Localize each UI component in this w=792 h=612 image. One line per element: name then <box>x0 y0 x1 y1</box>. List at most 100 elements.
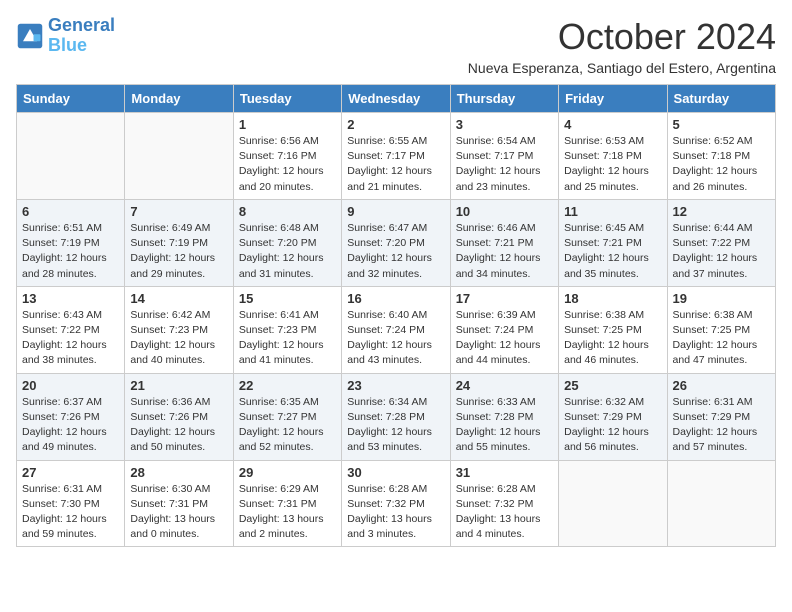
day-info: Sunrise: 6:32 AM Sunset: 7:29 PM Dayligh… <box>564 395 661 456</box>
day-number: 30 <box>347 465 444 480</box>
day-number: 29 <box>239 465 336 480</box>
calendar-cell: 30 Sunrise: 6:28 AM Sunset: 7:32 PM Dayli… <box>342 460 450 547</box>
calendar-cell <box>125 113 233 200</box>
day-number: 31 <box>456 465 553 480</box>
day-header-thursday: Thursday <box>450 85 558 113</box>
day-info: Sunrise: 6:44 AM Sunset: 7:22 PM Dayligh… <box>673 221 770 282</box>
day-number: 15 <box>239 291 336 306</box>
day-info: Sunrise: 6:48 AM Sunset: 7:20 PM Dayligh… <box>239 221 336 282</box>
calendar-cell: 20 Sunrise: 6:37 AM Sunset: 7:26 PM Dayli… <box>17 373 125 460</box>
calendar-cell: 11 Sunrise: 6:45 AM Sunset: 7:21 PM Dayli… <box>559 199 667 286</box>
day-info: Sunrise: 6:37 AM Sunset: 7:26 PM Dayligh… <box>22 395 119 456</box>
day-number: 23 <box>347 378 444 393</box>
calendar-cell <box>559 460 667 547</box>
day-number: 21 <box>130 378 227 393</box>
calendar-cell: 26 Sunrise: 6:31 AM Sunset: 7:29 PM Dayli… <box>667 373 775 460</box>
calendar-cell: 10Sunrise: 6:46 AM Sunset: 7:21 PM Dayli… <box>450 199 558 286</box>
day-info: Sunrise: 6:53 AM Sunset: 7:18 PM Dayligh… <box>564 134 661 195</box>
day-info: Sunrise: 6:45 AM Sunset: 7:21 PM Dayligh… <box>564 221 661 282</box>
day-info: Sunrise: 6:47 AM Sunset: 7:20 PM Dayligh… <box>347 221 444 282</box>
day-number: 12 <box>673 204 770 219</box>
day-number: 20 <box>22 378 119 393</box>
day-info: Sunrise: 6:31 AM Sunset: 7:30 PM Dayligh… <box>22 482 119 543</box>
day-number: 18 <box>564 291 661 306</box>
day-header-saturday: Saturday <box>667 85 775 113</box>
day-number: 25 <box>564 378 661 393</box>
calendar-cell: 8 Sunrise: 6:48 AM Sunset: 7:20 PM Daylig… <box>233 199 341 286</box>
calendar-header-row: SundayMondayTuesdayWednesdayThursdayFrid… <box>17 85 776 113</box>
day-info: Sunrise: 6:34 AM Sunset: 7:28 PM Dayligh… <box>347 395 444 456</box>
calendar-cell: 2 Sunrise: 6:55 AM Sunset: 7:17 PM Daylig… <box>342 113 450 200</box>
day-header-monday: Monday <box>125 85 233 113</box>
day-info: Sunrise: 6:43 AM Sunset: 7:22 PM Dayligh… <box>22 308 119 369</box>
day-number: 13 <box>22 291 119 306</box>
day-info: Sunrise: 6:36 AM Sunset: 7:26 PM Dayligh… <box>130 395 227 456</box>
day-info: Sunrise: 6:38 AM Sunset: 7:25 PM Dayligh… <box>673 308 770 369</box>
day-header-tuesday: Tuesday <box>233 85 341 113</box>
day-number: 27 <box>22 465 119 480</box>
calendar-cell: 9Sunrise: 6:47 AM Sunset: 7:20 PM Daylig… <box>342 199 450 286</box>
day-info: Sunrise: 6:33 AM Sunset: 7:28 PM Dayligh… <box>456 395 553 456</box>
calendar-cell: 28Sunrise: 6:30 AM Sunset: 7:31 PM Dayli… <box>125 460 233 547</box>
calendar-cell: 3 Sunrise: 6:54 AM Sunset: 7:17 PM Daylig… <box>450 113 558 200</box>
day-info: Sunrise: 6:54 AM Sunset: 7:17 PM Dayligh… <box>456 134 553 195</box>
logo-icon <box>16 22 44 50</box>
day-number: 10 <box>456 204 553 219</box>
day-info: Sunrise: 6:31 AM Sunset: 7:29 PM Dayligh… <box>673 395 770 456</box>
calendar-cell: 4 Sunrise: 6:53 AM Sunset: 7:18 PM Daylig… <box>559 113 667 200</box>
calendar-table: SundayMondayTuesdayWednesdayThursdayFrid… <box>16 84 776 547</box>
day-number: 8 <box>239 204 336 219</box>
calendar-cell <box>17 113 125 200</box>
day-header-sunday: Sunday <box>17 85 125 113</box>
calendar-cell: 16Sunrise: 6:40 AM Sunset: 7:24 PM Dayli… <box>342 286 450 373</box>
calendar-cell: 21 Sunrise: 6:36 AM Sunset: 7:26 PM Dayli… <box>125 373 233 460</box>
calendar-cell: 31 Sunrise: 6:28 AM Sunset: 7:32 PM Dayli… <box>450 460 558 547</box>
calendar-cell: 15 Sunrise: 6:41 AM Sunset: 7:23 PM Dayli… <box>233 286 341 373</box>
day-number: 11 <box>564 204 661 219</box>
calendar-cell: 7 Sunrise: 6:49 AM Sunset: 7:19 PM Daylig… <box>125 199 233 286</box>
day-number: 28 <box>130 465 227 480</box>
day-info: Sunrise: 6:56 AM Sunset: 7:16 PM Dayligh… <box>239 134 336 195</box>
day-number: 1 <box>239 117 336 132</box>
day-info: Sunrise: 6:42 AM Sunset: 7:23 PM Dayligh… <box>130 308 227 369</box>
day-number: 2 <box>347 117 444 132</box>
day-number: 4 <box>564 117 661 132</box>
calendar-week-row: 1 Sunrise: 6:56 AM Sunset: 7:16 PM Daylig… <box>17 113 776 200</box>
calendar-cell: 12 Sunrise: 6:44 AM Sunset: 7:22 PM Dayli… <box>667 199 775 286</box>
calendar-cell: 13 Sunrise: 6:43 AM Sunset: 7:22 PM Dayli… <box>17 286 125 373</box>
day-info: Sunrise: 6:35 AM Sunset: 7:27 PM Dayligh… <box>239 395 336 456</box>
day-info: Sunrise: 6:28 AM Sunset: 7:32 PM Dayligh… <box>456 482 553 543</box>
calendar-cell: 18Sunrise: 6:38 AM Sunset: 7:25 PM Dayli… <box>559 286 667 373</box>
calendar-cell: 27 Sunrise: 6:31 AM Sunset: 7:30 PM Dayli… <box>17 460 125 547</box>
calendar-cell: 5Sunrise: 6:52 AM Sunset: 7:18 PM Daylig… <box>667 113 775 200</box>
calendar-cell: 22 Sunrise: 6:35 AM Sunset: 7:27 PM Dayli… <box>233 373 341 460</box>
day-info: Sunrise: 6:49 AM Sunset: 7:19 PM Dayligh… <box>130 221 227 282</box>
day-number: 19 <box>673 291 770 306</box>
day-info: Sunrise: 6:41 AM Sunset: 7:23 PM Dayligh… <box>239 308 336 369</box>
logo: General Blue <box>16 16 115 56</box>
calendar-cell: 1 Sunrise: 6:56 AM Sunset: 7:16 PM Daylig… <box>233 113 341 200</box>
calendar-cell: 14Sunrise: 6:42 AM Sunset: 7:23 PM Dayli… <box>125 286 233 373</box>
day-number: 3 <box>456 117 553 132</box>
calendar-cell <box>667 460 775 547</box>
day-info: Sunrise: 6:51 AM Sunset: 7:19 PM Dayligh… <box>22 221 119 282</box>
calendar-cell: 17 Sunrise: 6:39 AM Sunset: 7:24 PM Dayli… <box>450 286 558 373</box>
day-number: 26 <box>673 378 770 393</box>
day-number: 7 <box>130 204 227 219</box>
day-info: Sunrise: 6:28 AM Sunset: 7:32 PM Dayligh… <box>347 482 444 543</box>
logo-text: General Blue <box>48 16 115 56</box>
calendar-cell: 23 Sunrise: 6:34 AM Sunset: 7:28 PM Dayli… <box>342 373 450 460</box>
day-info: Sunrise: 6:40 AM Sunset: 7:24 PM Dayligh… <box>347 308 444 369</box>
day-info: Sunrise: 6:39 AM Sunset: 7:24 PM Dayligh… <box>456 308 553 369</box>
day-info: Sunrise: 6:55 AM Sunset: 7:17 PM Dayligh… <box>347 134 444 195</box>
location-subtitle: Nueva Esperanza, Santiago del Estero, Ar… <box>468 60 776 76</box>
calendar-week-row: 13 Sunrise: 6:43 AM Sunset: 7:22 PM Dayli… <box>17 286 776 373</box>
calendar-cell: 6Sunrise: 6:51 AM Sunset: 7:19 PM Daylig… <box>17 199 125 286</box>
calendar-week-row: 27 Sunrise: 6:31 AM Sunset: 7:30 PM Dayli… <box>17 460 776 547</box>
calendar-week-row: 20 Sunrise: 6:37 AM Sunset: 7:26 PM Dayli… <box>17 373 776 460</box>
day-number: 5 <box>673 117 770 132</box>
calendar-cell: 29Sunrise: 6:29 AM Sunset: 7:31 PM Dayli… <box>233 460 341 547</box>
day-number: 17 <box>456 291 553 306</box>
month-title: October 2024 <box>468 16 776 58</box>
day-number: 22 <box>239 378 336 393</box>
